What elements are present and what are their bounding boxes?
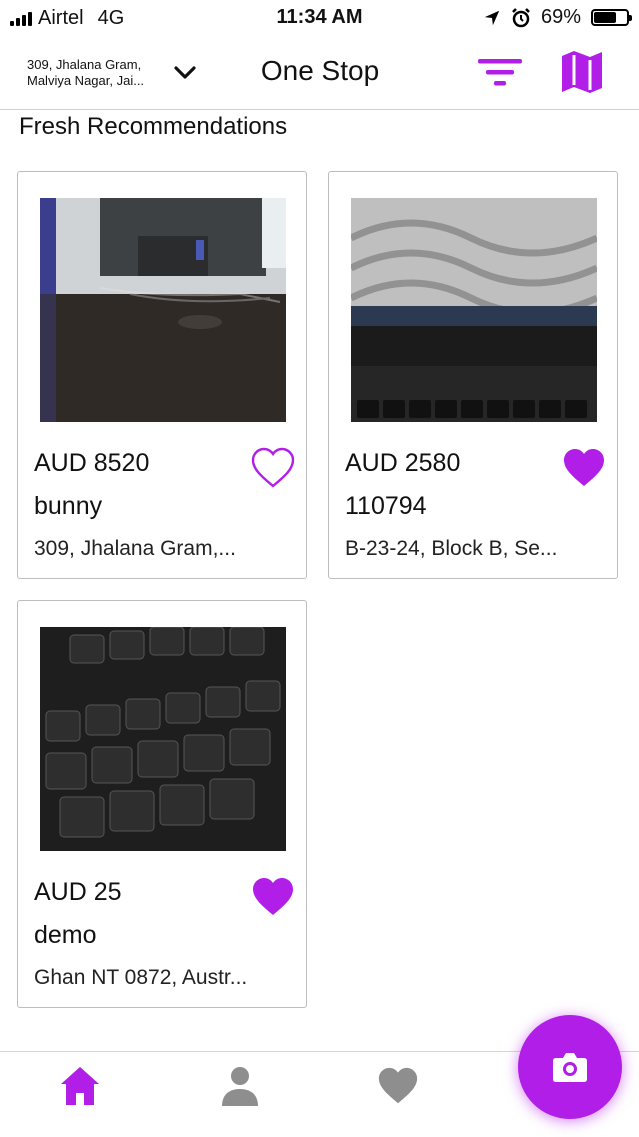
listing-name: bunny: [34, 492, 103, 520]
listing-name: demo: [34, 921, 97, 949]
profile-icon[interactable]: [218, 1064, 262, 1108]
map-icon[interactable]: [558, 48, 606, 96]
section-title: Fresh Recommendations: [19, 113, 288, 140]
home-icon[interactable]: [58, 1064, 102, 1108]
chevron-down-icon[interactable]: [170, 58, 200, 88]
listing-price: AUD 25: [34, 878, 122, 906]
location-line-1: 309, Jhalana Gram,: [27, 57, 142, 72]
app-header: 309, Jhalana Gram, Malviya Nagar, Jai...…: [0, 36, 639, 110]
heart-filled-icon[interactable]: [561, 446, 607, 490]
camera-icon: [553, 1053, 587, 1082]
camera-fab-button[interactable]: [518, 1015, 622, 1119]
listing-card[interactable]: AUD 2580 110794 B-23-24, Block B, Se...: [328, 171, 618, 579]
listing-photo[interactable]: [40, 627, 286, 851]
status-right: 69%: [483, 6, 632, 29]
listing-price: AUD 8520: [34, 449, 150, 477]
location-line-2: Malviya Nagar, Jai...: [27, 73, 145, 88]
listing-photo[interactable]: [351, 198, 597, 422]
listing-address: B-23-24, Block B, Se...: [345, 537, 558, 560]
battery-percent: 69%: [540, 6, 581, 28]
listing-card[interactable]: AUD 25 demo Ghan NT 0872, Austr...: [17, 600, 307, 1008]
location-arrow-icon: [484, 10, 500, 25]
location-selector[interactable]: 309, Jhalana Gram, Malviya Nagar, Jai...: [27, 57, 167, 89]
listing-price: AUD 2580: [345, 449, 461, 477]
page-title: One Stop: [260, 55, 380, 86]
listing-address: 309, Jhalana Gram,...: [34, 537, 236, 560]
alarm-icon: [512, 7, 530, 27]
filter-icon[interactable]: [476, 54, 524, 90]
listing-name: 110794: [345, 492, 427, 520]
status-bar: Airtel 4G 11:34 AM 69%: [0, 0, 639, 36]
heart-filled-icon[interactable]: [250, 875, 296, 919]
listing-address: Ghan NT 0872, Austr...: [34, 966, 248, 989]
favorites-icon[interactable]: [376, 1064, 420, 1108]
battery-icon: [591, 9, 632, 26]
heart-outline-icon[interactable]: [250, 446, 296, 490]
listing-card[interactable]: AUD 8520 bunny 309, Jhalana Gram,...: [17, 171, 307, 579]
listing-photo[interactable]: [40, 198, 286, 422]
